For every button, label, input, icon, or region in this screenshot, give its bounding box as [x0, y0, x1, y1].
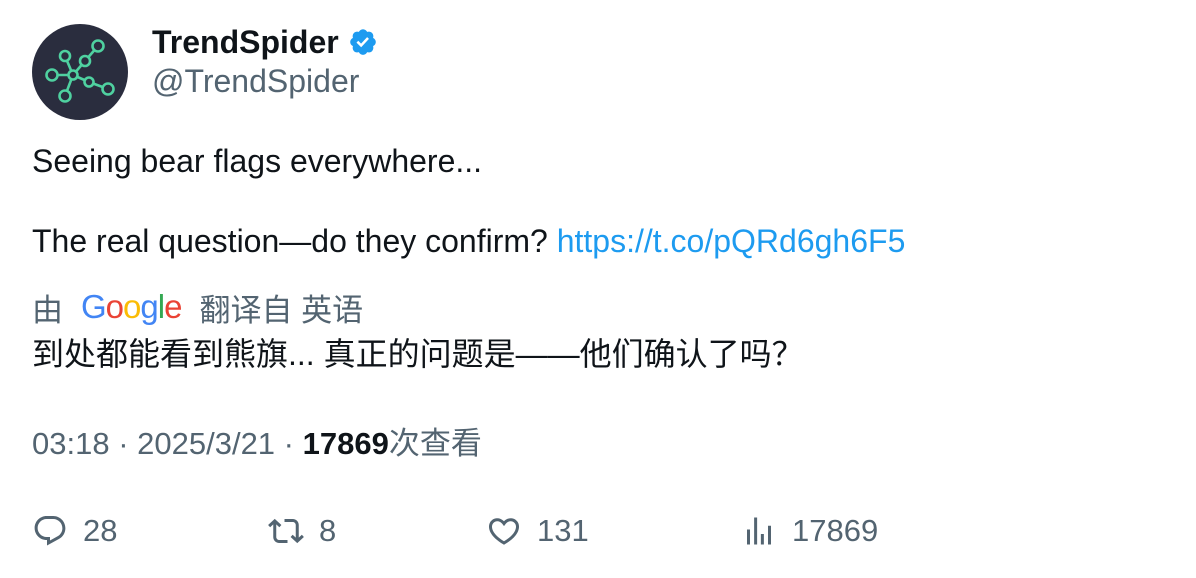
tweet-text-line-2: The real question—do they confirm? https… — [32, 221, 905, 261]
reply-icon — [34, 516, 66, 546]
google-letter: g — [140, 288, 158, 325]
bar-chart-icon — [747, 517, 771, 545]
reply-count: 28 — [83, 513, 118, 548]
network-nodes-logo-icon — [45, 39, 115, 103]
avatar[interactable] — [32, 24, 128, 120]
translated-tweet-text: 到处都能看到熊旗... 真正的问题是——他们确认了吗？ — [32, 336, 804, 372]
reply-button[interactable]: 28 — [32, 511, 117, 551]
like-button[interactable]: 131 — [486, 511, 589, 551]
retweet-icon — [268, 518, 304, 544]
retweet-count: 8 — [319, 513, 337, 548]
google-letter: G — [81, 288, 107, 325]
translation-attribution: 由 Google 翻译自 英语 — [32, 287, 364, 328]
views-count: 17869 — [302, 426, 389, 461]
views-label: 次查看 — [388, 426, 482, 461]
tweet-meta: 03:18 · 2025/3/21 · 17869次查看 — [32, 424, 482, 464]
translation-suffix: 翻译自 英语 — [199, 292, 364, 328]
retweet-button[interactable]: 8 — [268, 511, 336, 551]
verified-badge-icon — [349, 29, 376, 55]
like-count: 131 — [537, 513, 589, 548]
author-display-name[interactable]: TrendSpider — [152, 22, 378, 62]
views-button[interactable]: 17869 — [741, 511, 878, 551]
display-name-text[interactable]: TrendSpider — [152, 22, 339, 62]
tweet-time[interactable]: 03:18 — [32, 426, 110, 461]
tweet-link[interactable]: https://t.co/pQRd6gh6F5 — [557, 223, 906, 259]
meta-separator: · — [275, 426, 303, 461]
google-letter: o — [105, 288, 124, 325]
author-handle[interactable]: @TrendSpider — [152, 61, 359, 101]
tweet-date[interactable]: 2025/3/21 — [137, 426, 275, 461]
meta-separator: · — [109, 426, 138, 461]
tweet-text-question: The real question—do they confirm? — [32, 223, 557, 259]
google-letter: o — [123, 288, 141, 325]
tweet-text-line-1: Seeing bear flags everywhere... — [32, 143, 483, 179]
views-action-count: 17869 — [792, 513, 879, 548]
heart-icon — [488, 518, 520, 545]
google-letter: e — [164, 288, 182, 325]
google-logo[interactable]: Google — [81, 288, 182, 326]
translation-prefix: 由 — [32, 292, 63, 328]
